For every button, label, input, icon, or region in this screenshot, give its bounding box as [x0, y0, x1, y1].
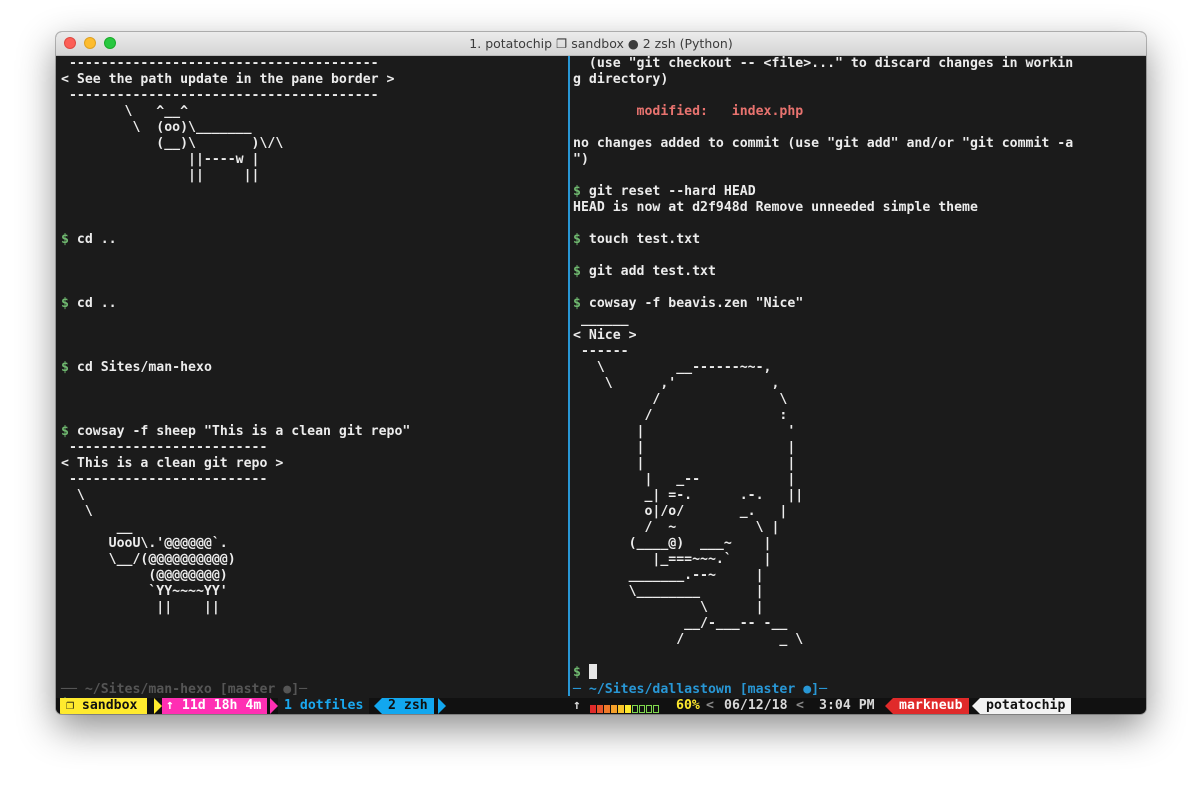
- cow-ascii-art: \ ^__^ \ (oo)\_______ (__)\ )\/\ ||----w…: [124, 104, 284, 183]
- prompt-symbol: $: [61, 360, 69, 375]
- window-tab-dotfiles[interactable]: 1 dotfiles: [278, 698, 370, 714]
- powerline-separator-icon: [154, 698, 162, 714]
- git-output-line: "): [573, 152, 589, 167]
- prompt-symbol: $: [573, 232, 581, 247]
- command-line: cd ..: [76, 232, 117, 247]
- battery-cell: [590, 705, 596, 713]
- battery-cell: [646, 705, 652, 713]
- battery-charging-icon: ↑: [573, 698, 581, 713]
- sheep-bubble2-text: < This is a clean git repo >: [61, 456, 284, 471]
- battery-cell: [653, 705, 659, 713]
- host-name: potatochip: [980, 698, 1072, 714]
- uptime-indicator: ↑ 11d 18h 4m: [162, 698, 268, 714]
- terminal-window: 1. potatochip ❐ sandbox ● 2 zsh (Python)…: [56, 32, 1146, 714]
- session-name[interactable]: ❐ sandbox: [60, 698, 148, 714]
- right-pane-border-path: ─ ~/Sites/dallastown [master ●]─: [573, 682, 828, 697]
- right-pane[interactable]: (use "git checkout -- <file>..." to disc…: [573, 56, 1088, 681]
- nice-bubble-text: < Nice >: [573, 328, 637, 343]
- terminal-cursor: [588, 664, 597, 679]
- command-line: cd ..: [76, 296, 117, 311]
- chevron-left-icon: <: [706, 698, 714, 713]
- git-output-line: (use "git checkout -- <file>..." to disc…: [573, 56, 1074, 71]
- battery-cell: [639, 705, 645, 713]
- status-date: 06/12/18: [724, 698, 788, 713]
- status-time: 3:04 PM: [819, 698, 875, 713]
- battery-cell: [611, 705, 617, 713]
- window-title: 1. potatochip ❐ sandbox ● 2 zsh (Python): [469, 36, 733, 51]
- command-line: touch test.txt: [588, 232, 701, 247]
- window-tab-zsh[interactable]: 2 zsh: [382, 698, 434, 714]
- powerline-separator-icon: [438, 698, 446, 714]
- git-output-line: no changes added to commit (use "git add…: [573, 136, 1074, 151]
- powerline-separator-icon: [885, 698, 893, 714]
- user-name: markneub: [893, 698, 969, 714]
- battery-percent: 60%: [676, 698, 700, 713]
- sheep-ascii-art: \ \ __ UooU\.'@@@@@@`. \__/(@@@@@@@@@@) …: [76, 488, 236, 615]
- battery-cell: [604, 705, 610, 713]
- command-line: cd Sites/man-hexo: [76, 360, 212, 375]
- nice-bubble-bottom: ------: [573, 344, 629, 359]
- nice-bubble-top: ______: [573, 312, 629, 327]
- command-line: git add test.txt: [588, 264, 716, 279]
- prompt-symbol: $: [573, 184, 581, 199]
- sheep-bubble-text: < See the path update in the pane border…: [61, 72, 395, 87]
- prompt-symbol: $: [573, 296, 581, 311]
- prompt-symbol: $: [573, 665, 581, 680]
- modified-file-line: modified: index.php: [573, 104, 804, 119]
- title-bar[interactable]: 1. potatochip ❐ sandbox ● 2 zsh (Python): [56, 32, 1146, 56]
- command-line: git reset --hard HEAD: [588, 184, 756, 199]
- battery-gauge: [590, 702, 660, 713]
- prompt-symbol: $: [61, 296, 69, 311]
- powerline-separator-icon: [972, 698, 980, 714]
- battery-cell: [625, 705, 631, 713]
- battery-cell: [632, 705, 638, 713]
- sheep-bubble-top: ---------------------------------------: [61, 56, 379, 71]
- battery-cell: [618, 705, 624, 713]
- chevron-left-icon: <: [796, 698, 804, 713]
- left-pane-border-path: ── ~/Sites/man-hexo [master ●]─: [61, 682, 308, 697]
- sheep-bubble2-top: -------------------------: [61, 440, 268, 455]
- sheep-bubble-bottom: ---------------------------------------: [61, 88, 379, 103]
- prompt-symbol: $: [61, 232, 69, 247]
- pane-divider[interactable]: [568, 56, 570, 696]
- tmux-status-bar: ❐ sandbox ↑ 11d 18h 4m 1 dotfiles 2 zsh …: [56, 698, 1146, 714]
- sheep-bubble2-bottom: -------------------------: [61, 472, 268, 487]
- battery-cell: [597, 705, 603, 713]
- reset-output-line: HEAD is now at d2f948d Remove unneeded s…: [573, 200, 978, 215]
- prompt-symbol: $: [573, 264, 581, 279]
- command-line: cowsay -f beavis.zen "Nice": [588, 296, 804, 311]
- powerline-separator-icon: [374, 698, 382, 714]
- git-output-line: g directory): [573, 72, 669, 87]
- beavis-ascii-art: \ __------~~-, \ ,' , / \ / : | ' | | | …: [596, 360, 804, 647]
- prompt-symbol: $: [61, 424, 69, 439]
- left-pane[interactable]: --------------------------------------- …: [61, 56, 561, 712]
- powerline-separator-icon: [270, 698, 278, 714]
- command-line: cowsay -f sheep "This is a clean git rep…: [76, 424, 411, 439]
